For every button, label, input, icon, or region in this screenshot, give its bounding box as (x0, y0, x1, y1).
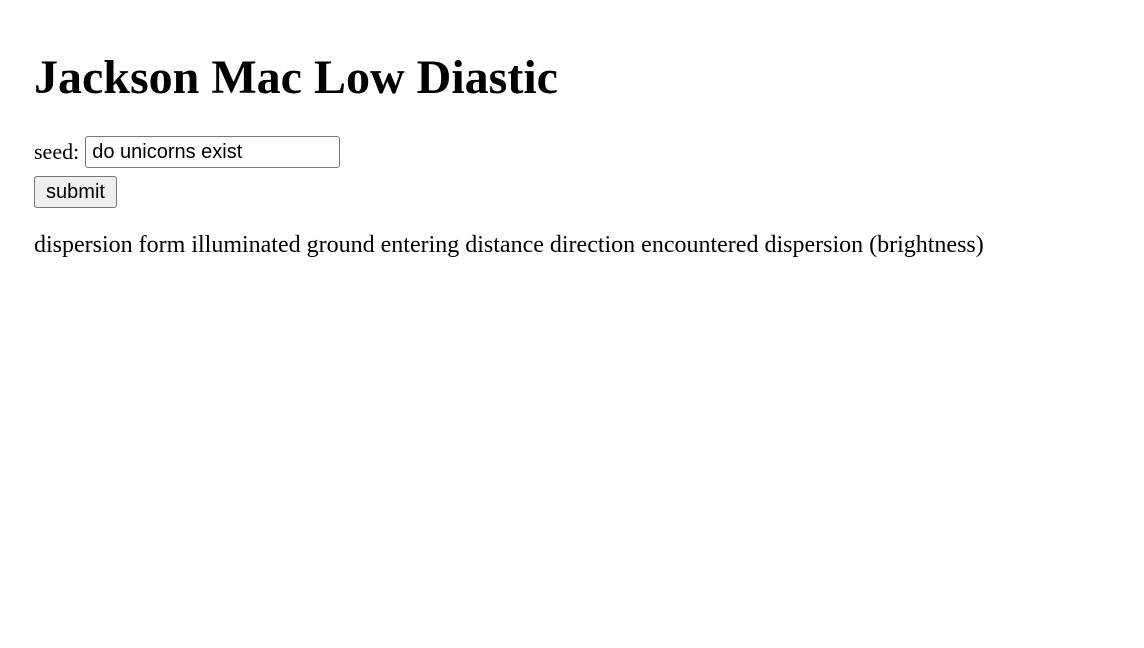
page: Jackson Mac Low Diastic seed: submit dis… (0, 0, 1144, 648)
seed-form-row: seed: (34, 136, 341, 168)
diastic-output: dispersion form illuminated ground enter… (34, 232, 984, 258)
submit-button[interactable]: submit (34, 176, 117, 208)
page-title: Jackson Mac Low Diastic (34, 51, 558, 104)
seed-input[interactable] (85, 136, 341, 168)
seed-label: seed: (34, 139, 80, 164)
